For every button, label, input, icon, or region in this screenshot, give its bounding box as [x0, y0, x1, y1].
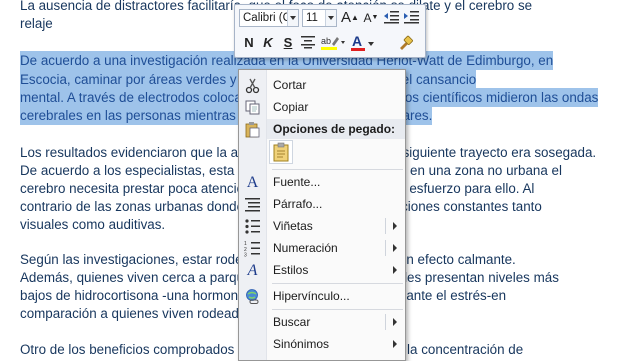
menu-item-copy[interactable]: Copiar [239, 96, 405, 118]
menu-item-label: Fuente... [273, 175, 321, 189]
menu-item-paragraph[interactable]: Párrafo... [239, 193, 405, 215]
menu-item-font[interactable]: A Fuente... [239, 171, 405, 193]
center-align-icon [301, 36, 315, 49]
increase-indent-icon [403, 11, 419, 24]
menu-item-cut[interactable]: Cortar [239, 74, 405, 96]
decrease-indent-icon [383, 11, 399, 24]
grow-font-button[interactable]: A▲ [340, 8, 360, 28]
hyperlink-icon [246, 289, 259, 304]
font-color-button[interactable]: A [349, 33, 375, 53]
shrink-font-icon: A [363, 11, 372, 25]
increase-indent-button[interactable] [401, 8, 421, 28]
chevron-right-icon[interactable] [393, 222, 397, 230]
menu-item-label: Cortar [273, 78, 307, 92]
font-size-combo[interactable]: 11 [302, 9, 337, 27]
paragraph-icon [245, 198, 260, 212]
menu-item-label: Sinónimos [273, 337, 330, 351]
underline-button[interactable]: S [278, 33, 298, 53]
menu-separator [272, 169, 403, 170]
menu-item-synonyms[interactable]: Sinónimos [239, 333, 405, 355]
menu-item-label: Numeración [273, 241, 338, 255]
paste-options-label: Opciones de pegado: [273, 122, 396, 136]
menu-divider [385, 240, 386, 256]
menu-item-bullets[interactable]: Viñetas [239, 215, 405, 237]
format-painter-button[interactable] [395, 33, 415, 53]
doc-line: visuales como auditivas. [20, 217, 166, 232]
font-size-value: 11 [306, 12, 318, 24]
chevron-right-icon[interactable] [393, 318, 397, 326]
font-name-combo[interactable]: Calibri (C [239, 9, 299, 27]
context-menu: Cortar Copiar Opciones de pegado: A Fuen… [238, 69, 406, 361]
menu-item-numbering[interactable]: 1 2 3 Numeración [239, 237, 405, 259]
paste-icon [245, 122, 260, 138]
menu-separator [272, 283, 403, 284]
menu-item-styles[interactable]: A Estilos [239, 259, 405, 281]
chevron-right-icon[interactable] [393, 244, 397, 252]
menu-item-label: Párrafo... [273, 197, 323, 211]
menu-item-search[interactable]: Buscar [239, 311, 405, 333]
paste-options-header: Opciones de pegado: [267, 119, 405, 139]
menu-item-hyperlink[interactable]: Hipervínculo... [239, 285, 405, 307]
grow-font-icon: A [341, 9, 352, 26]
highlight-icon: ab [321, 36, 345, 50]
bullets-icon [245, 219, 260, 234]
underline-icon: S [283, 35, 293, 50]
menu-item-label: Viñetas [273, 219, 313, 233]
bold-button[interactable]: N [239, 33, 259, 53]
chevron-down-icon[interactable] [287, 10, 298, 26]
italic-icon: K [263, 35, 273, 50]
shrink-font-button[interactable]: A▼ [361, 8, 381, 28]
menu-item-label: Buscar [273, 315, 311, 329]
bold-icon: N [244, 35, 254, 50]
font-icon: A [246, 174, 259, 191]
mini-toolbar: Calibri (C 11 A▲ A▼ N K S ab A [234, 4, 426, 58]
numbering-icon: 1 2 3 [244, 241, 260, 258]
menu-item-label: Copiar [273, 100, 309, 114]
menu-divider [385, 314, 386, 330]
clipboard-icon [273, 142, 289, 162]
format-painter-icon [400, 35, 413, 50]
font-name-value: Calibri (C [243, 12, 291, 24]
doc-line: relaje [20, 16, 53, 31]
decrease-indent-button[interactable] [381, 8, 401, 28]
font-color-swatch [351, 48, 365, 51]
copy-icon [245, 100, 260, 115]
styles-icon: A [247, 262, 258, 279]
menu-item-label: Estilos [273, 263, 309, 277]
paste-keep-formatting-button[interactable] [269, 140, 293, 164]
menu-item-label: Hipervínculo... [273, 289, 350, 303]
center-align-button[interactable] [298, 33, 318, 53]
scissors-icon [245, 78, 260, 94]
highlight-button[interactable]: ab [319, 33, 347, 53]
italic-button[interactable]: K [258, 33, 278, 53]
menu-divider [385, 218, 386, 234]
chevron-down-icon[interactable] [368, 42, 374, 46]
svg-text:3: 3 [244, 253, 247, 258]
svg-text:ab: ab [321, 36, 331, 46]
chevron-down-icon[interactable] [325, 10, 336, 26]
menu-separator [272, 309, 403, 310]
chevron-right-icon[interactable] [393, 266, 397, 274]
